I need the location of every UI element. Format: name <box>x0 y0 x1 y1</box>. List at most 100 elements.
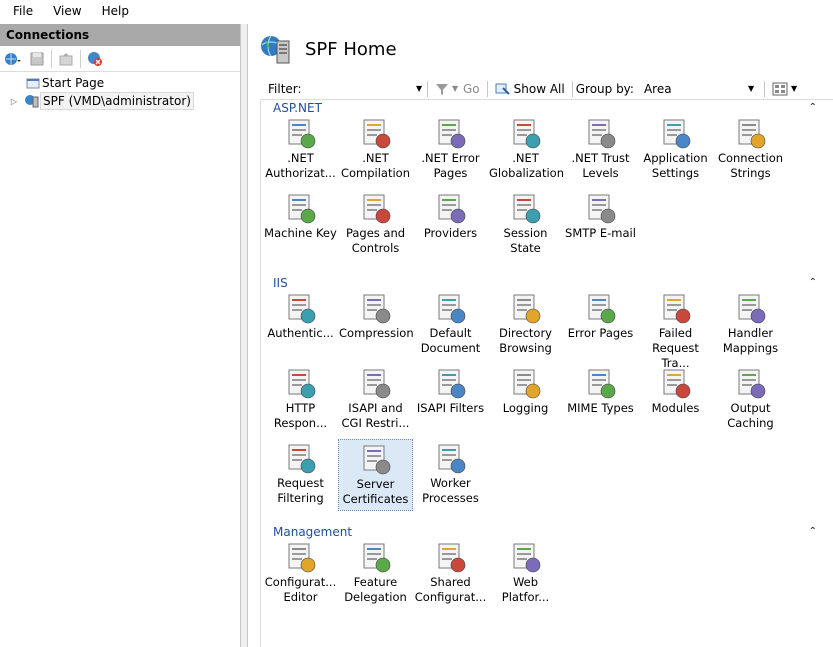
start-page-icon <box>26 78 40 89</box>
feature-net-authorization[interactable]: .NET Authorizat... <box>263 114 338 186</box>
filter-label: Filter: <box>268 81 302 96</box>
feature-http-response[interactable]: HTTP Respon... <box>263 364 338 436</box>
feature-label: Handler Mappings <box>722 326 779 355</box>
group-header-management[interactable]: Management <box>273 525 352 539</box>
feature-isapi-cgi[interactable]: ISAPI and CGI Restri... <box>338 364 413 436</box>
feature-logging[interactable]: Logging <box>488 364 563 436</box>
collapse-chevron-icon[interactable]: ⌃ <box>809 102 817 113</box>
filter-input[interactable] <box>304 79 416 98</box>
expand-arrow-icon[interactable]: ▷ <box>9 96 19 106</box>
feature-label: .NET Error Pages <box>421 151 480 180</box>
feature-label: .NET Authorizat... <box>265 151 336 180</box>
connections-title: Connections <box>0 24 240 46</box>
up-level-icon[interactable] <box>56 49 76 69</box>
feature-compression[interactable]: Compression <box>338 289 414 361</box>
toolbar-separator <box>51 49 52 68</box>
feature-feature-delegation[interactable]: Feature Delegation <box>338 538 413 610</box>
feature-modules[interactable]: Modules <box>638 364 713 436</box>
feature-label: Configurat... Editor <box>264 575 337 604</box>
feature-net-compilation[interactable]: .NET Compilation <box>338 114 413 186</box>
toolbar-separator <box>80 49 81 68</box>
tree-item-start-page[interactable]: Start Page <box>0 74 240 92</box>
pane-splitter[interactable] <box>241 24 248 647</box>
feature-net-globalization[interactable]: .NET Globalization <box>488 114 564 186</box>
group-by-select[interactable]: Area <box>638 82 748 96</box>
feature-label: Modules <box>651 401 700 415</box>
net-compilation-icon <box>363 119 390 149</box>
view-dropdown-arrow-icon: ▼ <box>790 84 798 93</box>
feature-smtp-email[interactable]: SMTP E-mail <box>563 189 638 261</box>
feature-application-settings[interactable]: Application Settings <box>638 114 713 186</box>
view-mode-button[interactable]: ▼ <box>768 82 803 96</box>
show-all-button[interactable]: Show All <box>491 82 569 96</box>
feature-label: Request Filtering <box>277 476 324 505</box>
menu-help[interactable]: Help <box>89 0 136 22</box>
handler-mappings-icon <box>738 294 765 324</box>
feature-handler-mappings[interactable]: Handler Mappings <box>713 289 788 361</box>
feature-providers[interactable]: Providers <box>413 189 488 261</box>
feature-net-error-pages[interactable]: .NET Error Pages <box>413 114 488 186</box>
feature-shared-configuration[interactable]: Shared Configurat... <box>413 538 488 610</box>
collapse-chevron-icon[interactable]: ⌃ <box>809 526 817 537</box>
feature-failed-request[interactable]: Failed Request Tra... <box>638 289 713 370</box>
feature-directory-browsing[interactable]: Directory Browsing <box>488 289 563 361</box>
feature-label: .NET Trust Levels <box>571 151 630 180</box>
feature-mime-types[interactable]: MIME Types <box>563 364 638 436</box>
providers-icon <box>438 194 465 224</box>
feature-net-trust-levels[interactable]: .NET Trust Levels <box>563 114 638 186</box>
feature-worker-processes[interactable]: Worker Processes <box>413 439 488 511</box>
isapi-filters-icon <box>438 369 465 399</box>
funnel-icon <box>436 83 448 95</box>
disconnect-icon[interactable] <box>85 49 105 69</box>
tree-item-label: SPF (VMD\administrator) <box>40 92 194 110</box>
session-state-icon <box>513 194 540 224</box>
filter-separator <box>571 80 573 97</box>
features-view: ASP.NET ⌃ .NET Authorizat... .NET Compilati… <box>260 101 833 647</box>
menu-view[interactable]: View <box>40 0 88 22</box>
feature-configuration-editor[interactable]: Configurat... Editor <box>263 538 338 610</box>
tree-item-label: Start Page <box>42 76 105 90</box>
group-header-asp-net[interactable]: ASP.NET <box>273 101 322 115</box>
feature-label: .NET Compilation <box>340 151 411 180</box>
menu-file[interactable]: File <box>0 0 40 22</box>
feature-label: Session State <box>503 226 548 255</box>
net-error-pages-icon <box>438 119 465 149</box>
feature-default-document[interactable]: Default Document <box>413 289 488 361</box>
group-by-dropdown-arrow-icon[interactable]: ▼ <box>748 84 756 93</box>
feature-pages-controls[interactable]: Pages and Controls <box>338 189 413 261</box>
filter-separator <box>763 80 765 97</box>
connect-globe-icon[interactable] <box>3 49 23 69</box>
connections-toolbar <box>0 46 240 72</box>
directory-browsing-icon <box>513 294 540 324</box>
feature-web-platform[interactable]: Web Platfor... <box>488 538 563 610</box>
output-caching-icon <box>738 369 765 399</box>
feature-label: Compression <box>339 326 414 340</box>
configuration-editor-icon <box>288 543 315 573</box>
feature-label: Output Caching <box>727 401 774 430</box>
feature-error-pages[interactable]: Error Pages <box>563 289 638 361</box>
filter-dropdown-arrow-icon[interactable]: ▼ <box>416 84 424 93</box>
group-header-iis[interactable]: IIS <box>273 276 288 290</box>
feature-label: Machine Key <box>264 226 337 240</box>
server-home-icon <box>261 35 290 64</box>
connection-strings-icon <box>738 119 765 149</box>
feature-authentication[interactable]: Authentic... <box>263 289 338 361</box>
server-certificates-icon <box>363 445 390 475</box>
tree-item-server[interactable]: ▷ SPF (VMD\administrator) <box>0 92 240 110</box>
machine-key-icon <box>288 194 315 224</box>
collapse-chevron-icon[interactable]: ⌃ <box>809 277 817 288</box>
go-button[interactable]: ▼ Go <box>431 82 484 96</box>
show-all-label: Show All <box>513 81 565 96</box>
feature-isapi-filters[interactable]: ISAPI Filters <box>413 364 488 436</box>
feature-machine-key[interactable]: Machine Key <box>263 189 338 261</box>
net-globalization-icon <box>513 119 540 149</box>
connections-pane: Connections Start Page ▷ SPF (VMD\admini… <box>0 24 241 647</box>
save-icon[interactable] <box>27 49 47 69</box>
feature-output-caching[interactable]: Output Caching <box>713 364 788 436</box>
feature-label: Web Platfor... <box>501 575 550 604</box>
feature-request-filtering[interactable]: Request Filtering <box>263 439 338 511</box>
feature-session-state[interactable]: Session State <box>488 189 563 261</box>
feature-label: Shared Configurat... <box>414 575 487 604</box>
feature-server-certificates[interactable]: Server Certificates <box>338 439 413 511</box>
feature-connection-strings[interactable]: Connection Strings <box>713 114 788 186</box>
